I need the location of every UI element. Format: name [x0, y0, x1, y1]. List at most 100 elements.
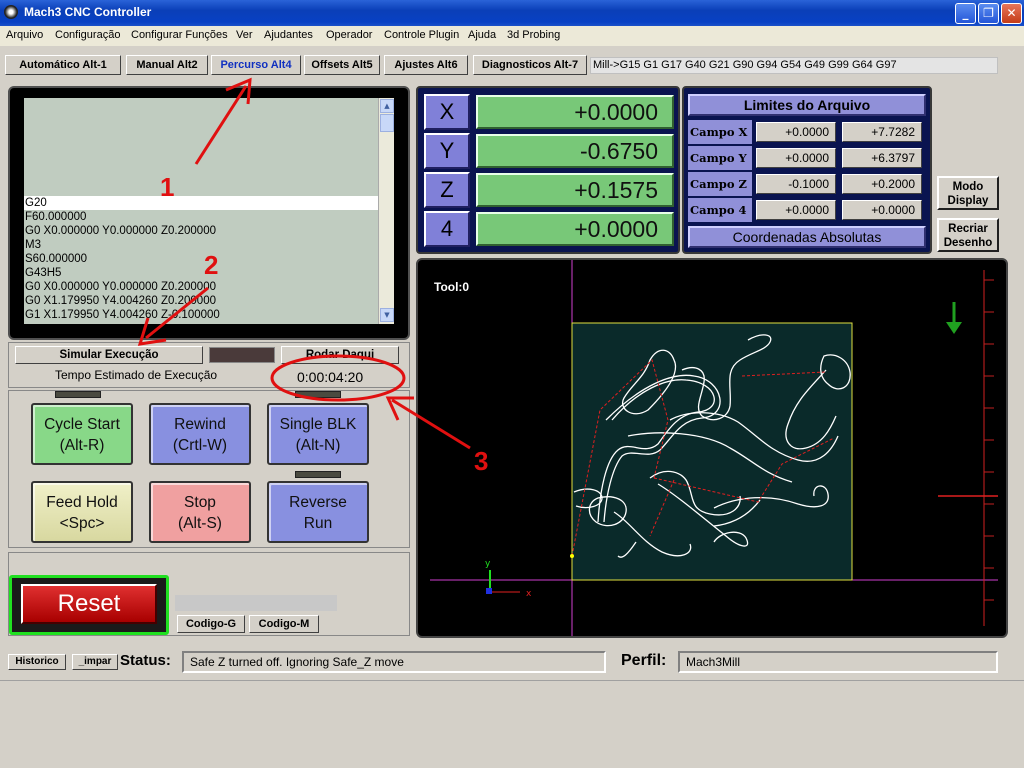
- close-button[interactable]: ✕: [1001, 3, 1022, 24]
- axis-4-label: 4: [424, 211, 470, 247]
- profile-label: Perfil:: [621, 652, 667, 669]
- stop-label: Stop: [184, 494, 216, 511]
- window-title: Mach3 CNC Controller: [24, 5, 152, 19]
- axis-y-label: Y: [424, 133, 470, 169]
- stop-button[interactable]: Stop (Alt-S): [149, 481, 251, 543]
- gcode-line[interactable]: F60.000000: [24, 210, 378, 224]
- dro-y[interactable]: -0.6750: [476, 134, 674, 168]
- tab-diagnosticos[interactable]: Diagnosticos Alt-7: [473, 55, 587, 75]
- limit-y-label: Campo Y: [688, 146, 752, 170]
- menu-operador[interactable]: Operador: [326, 29, 372, 41]
- screen-tabs: Automático Alt-1 Manual Alt2 Percurso Al…: [0, 52, 1024, 78]
- gcode-line[interactable]: G43H5: [24, 266, 378, 280]
- gcode-line[interactable]: G1 X1.179950 Y4.004260 Z-0.100000: [24, 308, 378, 322]
- maximize-button[interactable]: ❐: [978, 3, 999, 24]
- reset-status-bar: [175, 595, 337, 611]
- reverse-label: Reverse: [289, 494, 347, 511]
- single-blk-led: [295, 471, 341, 478]
- gcode-scrollbar[interactable]: ▲ ▼: [378, 98, 394, 324]
- toolpath-display[interactable]: Tool:0 x y: [416, 258, 1008, 638]
- rewind-button[interactable]: Rewind (Crtl-W): [149, 403, 251, 465]
- clear-button[interactable]: _impar: [72, 654, 118, 670]
- status-message: Safe Z turned off. Ignoring Safe_Z move: [182, 651, 606, 673]
- dro-z[interactable]: +0.1575: [476, 173, 674, 207]
- limit-y-min: +0.0000: [756, 148, 836, 168]
- gcode-line[interactable]: M3: [24, 238, 378, 252]
- scroll-thumb[interactable]: [380, 114, 394, 132]
- single-blk-key: (Alt-N): [295, 437, 341, 454]
- scroll-up-icon[interactable]: ▲: [380, 99, 394, 113]
- axis-x-label: X: [424, 94, 470, 130]
- feed-hold-label: Feed Hold: [46, 494, 118, 511]
- program-start-point: [570, 554, 574, 558]
- status-label: Status:: [120, 652, 171, 669]
- gcode-line[interactable]: S60.000000: [24, 252, 378, 266]
- dro-4[interactable]: +0.0000: [476, 212, 674, 246]
- cycle-start-led: [55, 391, 101, 398]
- menu-arquivo[interactable]: Arquivo: [6, 29, 43, 41]
- history-button[interactable]: Historico: [8, 654, 66, 670]
- gcode-panel: G20 F60.000000 G0 X0.000000 Y0.000000 Z0…: [8, 86, 410, 340]
- dro-panel: X +0.0000 Y -0.6750 Z +0.1575 4 +0.0000: [416, 86, 680, 254]
- limit-x-max: +7.7282: [842, 122, 922, 142]
- gcode-line[interactable]: G0 X1.179950 Y4.004260 Z0.200000: [24, 294, 378, 308]
- estimated-time-value: 0:00:04:20: [297, 369, 364, 385]
- limit-z-max: +0.2000: [842, 174, 922, 194]
- run-from-here-button[interactable]: Rodar Daqui: [281, 346, 399, 364]
- display-mode-line1: Modo: [952, 181, 984, 193]
- single-blk-led-top: [295, 391, 341, 398]
- minimize-button[interactable]: _: [955, 3, 976, 24]
- estimated-time-label: Tempo Estimado de Execução: [55, 368, 218, 382]
- reset-panel: Reset Codigo-G Codigo-M: [8, 552, 410, 636]
- bottom-area: [0, 680, 1024, 768]
- gcode-list-button[interactable]: Codigo-G: [177, 615, 245, 633]
- tab-ajustes[interactable]: Ajustes Alt6: [384, 55, 468, 75]
- cycle-start-label: Cycle Start: [44, 416, 120, 433]
- simulate-button[interactable]: Simular Execução: [15, 346, 203, 364]
- z-scale-ticks: [984, 279, 994, 601]
- display-mode-button[interactable]: Modo Display: [937, 176, 999, 210]
- display-mode-line2: Display: [947, 195, 989, 207]
- regen-line1: Recriar: [948, 223, 988, 235]
- menu-3d-probing[interactable]: 3d Probing: [507, 29, 560, 41]
- gcode-list[interactable]: G20 F60.000000 G0 X0.000000 Y0.000000 Z0…: [24, 98, 378, 324]
- regenerate-button[interactable]: Recriar Desenho: [937, 218, 999, 252]
- tool-direction-icon: [946, 302, 962, 334]
- tab-percurso[interactable]: Percurso Alt4: [211, 55, 301, 75]
- mcode-list-button[interactable]: Codigo-M: [249, 615, 319, 633]
- menu-configurar-funcoes[interactable]: Configurar Funções: [131, 29, 228, 41]
- title-bar: Mach3 CNC Controller _ ❐ ✕: [0, 0, 1024, 26]
- menu-bar: Arquivo Configuração Configurar Funções …: [0, 26, 1024, 46]
- tab-automatico[interactable]: Automático Alt-1: [5, 55, 121, 75]
- reset-button[interactable]: Reset: [21, 584, 157, 624]
- dro-x[interactable]: +0.0000: [476, 95, 674, 129]
- limit-z-label: Campo Z: [688, 172, 752, 196]
- gcode-line[interactable]: G0 X0.000000 Y0.000000 Z0.200000: [24, 224, 378, 238]
- menu-configuracao[interactable]: Configuração: [55, 29, 120, 41]
- profile-value: Mach3Mill: [678, 651, 998, 673]
- limit-x-min: +0.0000: [756, 122, 836, 142]
- tab-manual[interactable]: Manual Alt2: [126, 55, 208, 75]
- gcode-line[interactable]: G0 X0.000000 Y0.000000 Z0.200000: [24, 280, 378, 294]
- limit-z-min: -0.1000: [756, 174, 836, 194]
- menu-ajuda[interactable]: Ajuda: [468, 29, 496, 41]
- tab-offsets[interactable]: Offsets Alt5: [304, 55, 380, 75]
- stop-key: (Alt-S): [178, 515, 222, 532]
- feed-hold-button[interactable]: Feed Hold <Spc>: [31, 481, 133, 543]
- reverse-key: Run: [303, 515, 333, 532]
- menu-ver[interactable]: Ver: [236, 29, 253, 41]
- reverse-run-button[interactable]: Reverse Run: [267, 481, 369, 543]
- single-block-button[interactable]: Single BLK (Alt-N): [267, 403, 369, 465]
- gcode-line-current[interactable]: G20: [24, 196, 378, 210]
- file-limits-panel: Limites do Arquivo Campo X +0.0000 +7.72…: [682, 86, 932, 254]
- feed-hold-key: <Spc>: [59, 515, 105, 532]
- rewind-key: (Crtl-W): [172, 437, 228, 454]
- svg-text:y: y: [485, 559, 491, 569]
- absolute-coordinates-label: Coordenadas Absolutas: [688, 226, 926, 248]
- menu-controle-plugin[interactable]: Controle Plugin: [384, 29, 459, 41]
- scroll-down-icon[interactable]: ▼: [380, 308, 394, 322]
- menu-ajudantes[interactable]: Ajudantes: [264, 29, 313, 41]
- annotation-label-3: 3: [474, 446, 489, 476]
- rewind-label: Rewind: [174, 416, 226, 433]
- cycle-start-button[interactable]: Cycle Start (Alt-R): [31, 403, 133, 465]
